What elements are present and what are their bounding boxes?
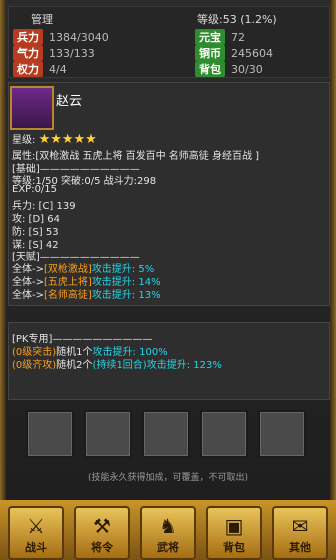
pk-skill-text: 随机2个 xyxy=(56,360,93,371)
exp-line: EXP:0/15 xyxy=(12,184,58,195)
toolbar-label: 战斗 xyxy=(25,541,47,554)
bag-icon: ▣ xyxy=(224,514,244,538)
game-screen: 管理 等级:53 (1.2%) 兵力 1384/3040 元宝 72 气力 133/1… xyxy=(0,0,336,560)
power-label: 权力 xyxy=(13,61,43,77)
bag-value: 30/30 xyxy=(231,63,263,76)
stat-coins: 铜币 245604 xyxy=(195,45,273,61)
pk-line: (0级齐攻)随机2个(持续1回合)攻击提升: 123% xyxy=(12,356,222,371)
pk-skill-name: (0级齐攻) xyxy=(12,360,57,371)
gems-label: 元宝 xyxy=(195,29,225,45)
stat-gems: 元宝 72 xyxy=(195,29,245,45)
hp-label: 兵力 xyxy=(13,29,43,45)
toolbar-label: 背包 xyxy=(223,541,245,554)
skill-slot-1[interactable] xyxy=(26,410,74,458)
toolbar-order-button[interactable]: ⚒ 将令 xyxy=(74,506,130,560)
player-stats-panel: 管理 等级:53 (1.2%) 兵力 1384/3040 元宝 72 气力 133/1… xyxy=(8,6,330,78)
toolbar-battle-button[interactable]: ⚔ 战斗 xyxy=(8,506,64,560)
star-label: 星级: xyxy=(12,135,36,146)
stat-hp: 兵力 1384/3040 xyxy=(13,29,109,45)
talent-prefix: 全体-> xyxy=(12,290,44,301)
morale-label: 气力 xyxy=(13,45,43,61)
pk-skill-effect: (持续1回合)攻击提升: 123% xyxy=(92,360,222,371)
skill-slot-3[interactable] xyxy=(142,410,190,458)
coins-value: 245604 xyxy=(231,47,273,60)
order-icon: ⚒ xyxy=(93,514,111,538)
talent-name: [名师高徒] xyxy=(44,290,92,301)
talent-effect: 攻击提升: 13% xyxy=(91,290,161,301)
stat-morale: 气力 133/133 xyxy=(13,45,95,61)
battle-icon: ⚔ xyxy=(27,514,45,538)
other-icon: ✉ xyxy=(291,514,309,538)
role-text: 管理 xyxy=(31,13,53,26)
power-value: 4/4 xyxy=(49,63,67,76)
toolbar-general-button[interactable]: ♞ 武将 xyxy=(140,506,196,560)
bag-label: 背包 xyxy=(195,61,225,77)
general-name: 赵云 xyxy=(56,94,83,109)
stat-bag: 背包 30/30 xyxy=(195,61,263,77)
skill-slot-5[interactable] xyxy=(258,410,306,458)
coins-label: 铜币 xyxy=(195,45,225,61)
skill-slot-4[interactable] xyxy=(200,410,248,458)
skills-note: (技能永久获得加成，可覆盖，不可取出) xyxy=(87,473,249,483)
toolbar-other-button[interactable]: ✉ 其他 xyxy=(272,506,328,560)
gems-value: 72 xyxy=(231,31,245,44)
toolbar-label: 将令 xyxy=(91,541,113,554)
morale-value: 133/133 xyxy=(49,47,95,60)
toolbar-label: 其他 xyxy=(289,541,311,554)
bottom-toolbar: ⚔ 战斗 ⚒ 将令 ♞ 武将 ▣ 背包 ✉ 其他 xyxy=(0,500,336,560)
skill-slot-2[interactable] xyxy=(84,410,132,458)
hp-value: 1384/3040 xyxy=(49,31,109,44)
stat-power: 权力 4/4 xyxy=(13,61,67,77)
toolbar-bag-button[interactable]: ▣ 背包 xyxy=(206,506,262,560)
talent-item: 全体->[名师高徒]攻击提升: 13% xyxy=(12,286,161,301)
star-row: 星级: ★★★★★ xyxy=(12,131,97,147)
level-text: 等级:53 (1.2%) xyxy=(197,13,277,26)
star-rating-icon: ★★★★★ xyxy=(38,132,97,147)
general-avatar[interactable] xyxy=(10,86,54,130)
toolbar-label: 武将 xyxy=(157,541,179,554)
general-icon: ♞ xyxy=(159,514,177,538)
